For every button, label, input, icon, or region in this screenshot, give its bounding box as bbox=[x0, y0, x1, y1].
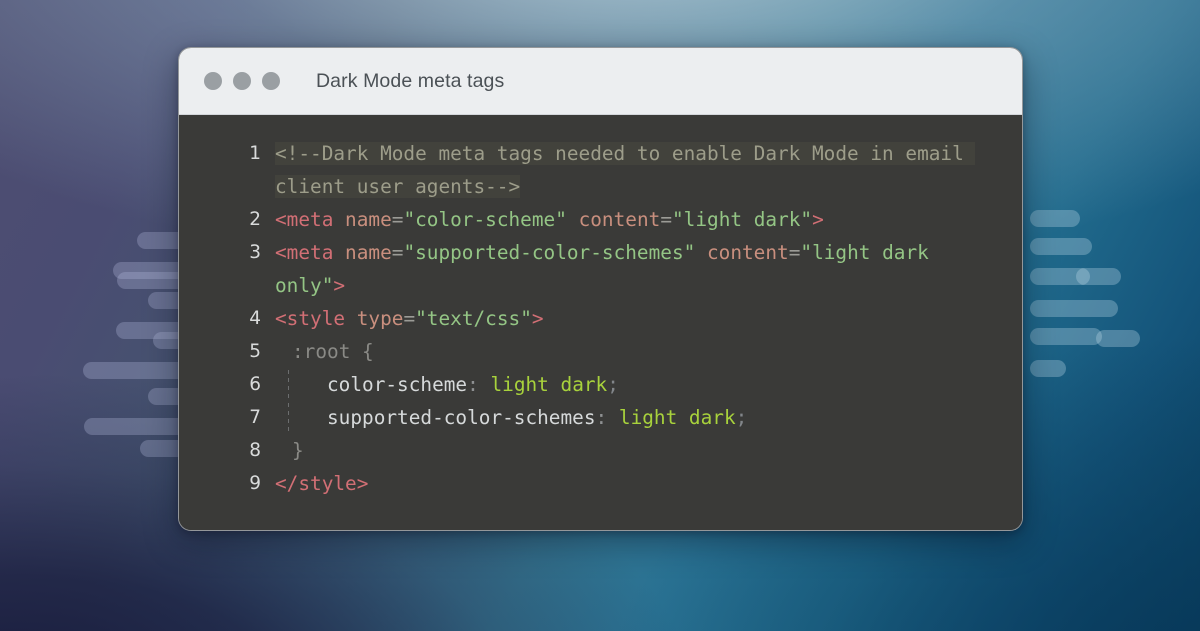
token-semi: ; bbox=[607, 373, 619, 396]
token-eq: = bbox=[391, 241, 404, 264]
token-str: "text/css" bbox=[415, 307, 532, 330]
token-tag: > bbox=[812, 208, 824, 231]
token-str: "supported-color-schemes" bbox=[403, 241, 696, 264]
close-dot-icon[interactable] bbox=[204, 72, 222, 90]
code-line[interactable]: 6 color-scheme: light dark; bbox=[179, 368, 1022, 401]
code-line[interactable]: 4 <style type="text/css"> bbox=[179, 302, 1022, 335]
line-number: 9 bbox=[249, 473, 261, 494]
maximize-dot-icon[interactable] bbox=[262, 72, 280, 90]
line-content[interactable]: supported-color-schemes: light dark; bbox=[275, 401, 1022, 434]
token-tag: <meta bbox=[275, 208, 346, 231]
decorative-bar-right-7 bbox=[1030, 210, 1080, 227]
code-line[interactable]: 9 </style> bbox=[179, 467, 1022, 500]
line-content[interactable]: <!--Dark Mode meta tags needed to enable… bbox=[275, 137, 1022, 203]
code-editor[interactable]: 1 <!--Dark Mode meta tags needed to enabl… bbox=[179, 115, 1022, 530]
line-number: 4 bbox=[249, 308, 261, 329]
window-title-bar: Dark Mode meta tags bbox=[179, 48, 1022, 115]
line-number: 7 bbox=[249, 407, 261, 428]
token-comment: <!--Dark Mode meta tags needed to enable… bbox=[275, 142, 976, 198]
line-content[interactable]: <meta name="color-scheme" content="light… bbox=[275, 203, 1022, 236]
token-str: "color-scheme" bbox=[403, 208, 567, 231]
line-content[interactable]: } bbox=[275, 434, 1022, 467]
token-colon: : bbox=[595, 406, 608, 429]
token-attr: name bbox=[345, 208, 392, 231]
code-line[interactable]: 7 supported-color-schemes: light dark; bbox=[179, 401, 1022, 434]
token-semi: ; bbox=[735, 406, 748, 429]
code-line[interactable]: 8} bbox=[179, 434, 1022, 467]
minimize-dot-icon[interactable] bbox=[233, 72, 251, 90]
code-window: Dark Mode meta tags 1 <!--Dark Mode meta … bbox=[178, 47, 1023, 531]
line-content[interactable]: :root { bbox=[275, 335, 1022, 368]
token-tag: <style bbox=[275, 307, 357, 330]
line-content[interactable]: </style> bbox=[275, 467, 1022, 500]
token-attr: content bbox=[578, 208, 661, 231]
decorative-bar-right-0 bbox=[1030, 238, 1092, 255]
token-colon: : bbox=[467, 373, 479, 396]
line-number: 5 bbox=[249, 341, 261, 362]
code-line[interactable]: 5 :root { bbox=[179, 335, 1022, 368]
token-attr: content bbox=[706, 241, 789, 264]
indent-guide bbox=[288, 403, 289, 432]
token-str: "light dark" bbox=[672, 208, 813, 231]
decorative-bar-right-5 bbox=[1096, 330, 1140, 347]
decorative-bar-right-3 bbox=[1030, 300, 1118, 317]
line-content[interactable]: <meta name="supported-color-schemes" con… bbox=[275, 236, 1022, 302]
token-eq: = bbox=[788, 241, 801, 264]
decorative-bar-right-4 bbox=[1030, 328, 1102, 345]
token-eq: = bbox=[403, 307, 416, 330]
token-eq: = bbox=[391, 208, 404, 231]
code-line[interactable]: 3 <meta name="supported-color-schemes" co… bbox=[179, 236, 1022, 302]
indent-guide bbox=[288, 370, 289, 399]
decorative-bar-right-6 bbox=[1030, 360, 1066, 377]
line-number: 2 bbox=[249, 209, 261, 230]
token-val: light dark bbox=[490, 373, 608, 396]
line-number: 6 bbox=[249, 374, 261, 395]
line-content[interactable]: color-scheme: light dark; bbox=[275, 368, 1022, 401]
code-line[interactable]: 1 <!--Dark Mode meta tags needed to enabl… bbox=[179, 137, 1022, 203]
token-prop: color-scheme bbox=[327, 373, 468, 396]
token-brace: } bbox=[292, 439, 304, 462]
line-number: 3 bbox=[249, 242, 261, 263]
code-line[interactable]: 2 <meta name="color-scheme" content="ligh… bbox=[179, 203, 1022, 236]
decorative-bar-right-2 bbox=[1076, 268, 1121, 285]
traffic-lights bbox=[204, 72, 280, 90]
line-number: 1 bbox=[249, 143, 261, 164]
token-eq: = bbox=[660, 208, 672, 231]
line-content[interactable]: <style type="text/css"> bbox=[275, 302, 1022, 335]
token-tag: > bbox=[333, 274, 346, 297]
line-number: 8 bbox=[249, 440, 261, 461]
token-prop: supported-color-schemes bbox=[327, 406, 596, 429]
window-title: Dark Mode meta tags bbox=[316, 69, 505, 92]
token-attr: name bbox=[345, 241, 392, 264]
token-attr: type bbox=[356, 307, 404, 330]
token-tag: <meta bbox=[275, 241, 346, 264]
token-tag: </style> bbox=[275, 472, 369, 495]
token-tag: > bbox=[531, 307, 544, 330]
token-sel: :root { bbox=[292, 340, 374, 363]
token-val: light dark bbox=[618, 406, 736, 429]
